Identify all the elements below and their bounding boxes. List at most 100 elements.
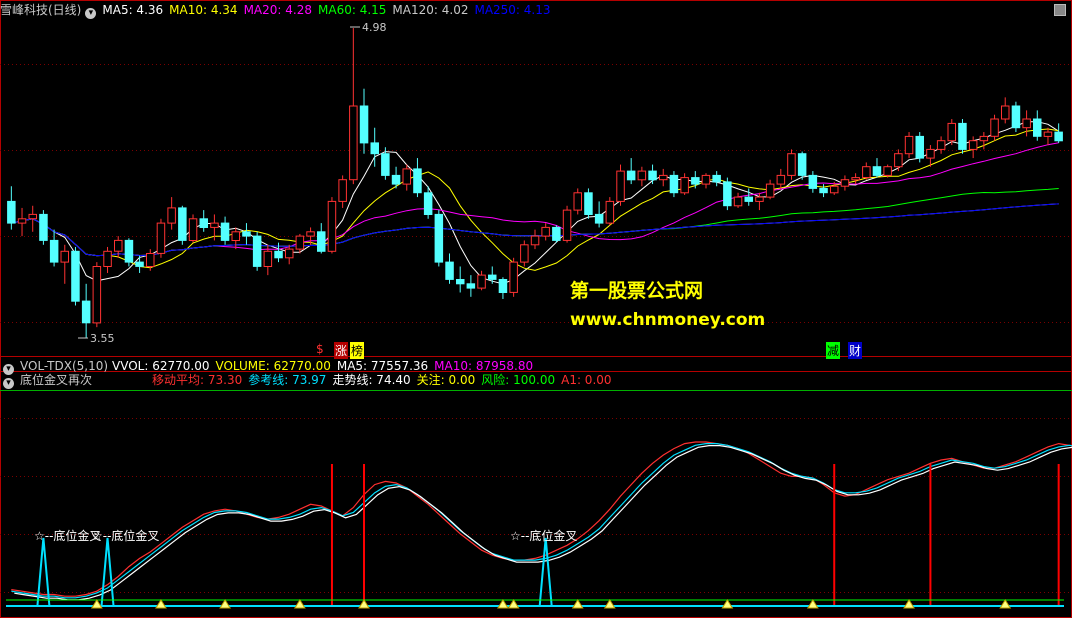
- candle-body: [733, 196, 743, 207]
- candle: [103, 246, 112, 273]
- candle: [1011, 101, 1021, 133]
- candle-body: [520, 244, 529, 263]
- candle-body: [317, 231, 326, 252]
- candle-body: [423, 192, 433, 216]
- candle-body: [359, 105, 369, 144]
- candle-body: [808, 174, 818, 189]
- signal-marker: [571, 599, 584, 609]
- candle-body: [1001, 105, 1010, 120]
- candle-body: [744, 196, 753, 202]
- indicator-menu-icon[interactable]: ▾: [3, 378, 14, 389]
- tag-cai[interactable]: 财: [848, 342, 863, 359]
- candle-body: [220, 222, 230, 241]
- candle-body: [135, 261, 144, 267]
- tag-jian[interactable]: 减: [826, 342, 841, 359]
- candle: [819, 184, 828, 198]
- candle: [28, 205, 37, 232]
- candle: [947, 119, 956, 146]
- candle: [338, 175, 347, 208]
- candle-body: [285, 248, 294, 259]
- candle-body: [648, 170, 657, 181]
- moving-average-lines: [11, 121, 1059, 285]
- signal-marker: [90, 599, 103, 609]
- candle: [242, 223, 251, 245]
- candle-body: [765, 183, 775, 198]
- candle-body: [413, 168, 422, 194]
- candle-body: [680, 177, 689, 194]
- candle: [648, 164, 657, 185]
- candle-body: [584, 192, 593, 216]
- candle-body: [167, 207, 176, 224]
- ma-legend-item: MA250: 4.13: [474, 3, 551, 17]
- candle-body: [71, 250, 80, 302]
- candle-body: [626, 170, 636, 181]
- candle-body: [124, 239, 134, 263]
- ma-legend-item: MA20: 4.28: [243, 3, 312, 17]
- candle: [894, 149, 903, 172]
- candle: [39, 210, 48, 245]
- candle: [701, 173, 711, 189]
- candle: [60, 244, 69, 284]
- candle-body: [456, 279, 465, 285]
- main-panel-header: 雪峰科技(日线) ▾ MA5: 4.36 MA10: 4.34 MA20: 4.28 MA…: [0, 1, 557, 19]
- candle-body: [81, 300, 91, 324]
- indicator-legend-item: 关注: 0.00: [416, 373, 476, 387]
- candle-body: [562, 209, 572, 241]
- candle: [936, 136, 946, 154]
- candle: [135, 255, 144, 273]
- candle: [1033, 110, 1042, 141]
- ma-legend-item: MA120: 4.02: [392, 3, 469, 17]
- golden-cross-label: ☆--底位金叉: [510, 528, 577, 543]
- candle-body: [541, 226, 550, 237]
- candle: [573, 188, 582, 215]
- candle: [862, 162, 871, 180]
- candle-body: [894, 153, 903, 168]
- candle: [883, 164, 892, 178]
- indicator-legend-item: 风险: 100.00: [481, 373, 556, 387]
- candle-body: [862, 166, 871, 178]
- candle: [872, 158, 882, 178]
- candlestick-series: [7, 28, 1063, 338]
- candle-body: [872, 166, 882, 176]
- candle-body: [178, 207, 187, 241]
- candle: [359, 88, 369, 154]
- candle: [124, 238, 134, 267]
- candle-body: [926, 148, 935, 159]
- candle: [456, 266, 465, 293]
- candle: [990, 114, 999, 141]
- candle-body: [915, 135, 924, 159]
- candle: [520, 240, 529, 267]
- candle-body: [990, 118, 999, 137]
- candle: [178, 205, 187, 245]
- candle: [156, 218, 166, 258]
- candle: [616, 164, 625, 206]
- panel-restore-button[interactable]: [1054, 4, 1066, 16]
- candle-body: [573, 192, 582, 211]
- candle: [541, 223, 550, 241]
- signal-marker: [806, 599, 819, 609]
- candle-body: [231, 231, 240, 242]
- signal-marker: [219, 599, 231, 609]
- ma-legend-item: MA5: 4.36: [102, 3, 164, 17]
- main-grid: [0, 64, 1072, 323]
- candle-body: [691, 177, 700, 185]
- candle: [733, 192, 743, 208]
- candle: [81, 283, 91, 338]
- candle-body: [199, 218, 208, 229]
- candle: [1043, 127, 1053, 146]
- candle: [904, 132, 914, 159]
- candle: [776, 168, 786, 189]
- candle-body: [252, 235, 262, 267]
- candle: [669, 171, 679, 198]
- candle-body: [968, 140, 978, 150]
- candle: [231, 227, 240, 250]
- candle-body: [883, 166, 892, 176]
- candle-body: [263, 250, 273, 268]
- indicator-menu-icon[interactable]: ▾: [85, 8, 97, 19]
- candle: [71, 246, 80, 306]
- signal-marker: [507, 599, 520, 609]
- candle-body: [338, 179, 347, 202]
- dollar-marker-icon[interactable]: $: [316, 342, 324, 356]
- candle: [477, 270, 486, 291]
- candle-body: [274, 250, 283, 259]
